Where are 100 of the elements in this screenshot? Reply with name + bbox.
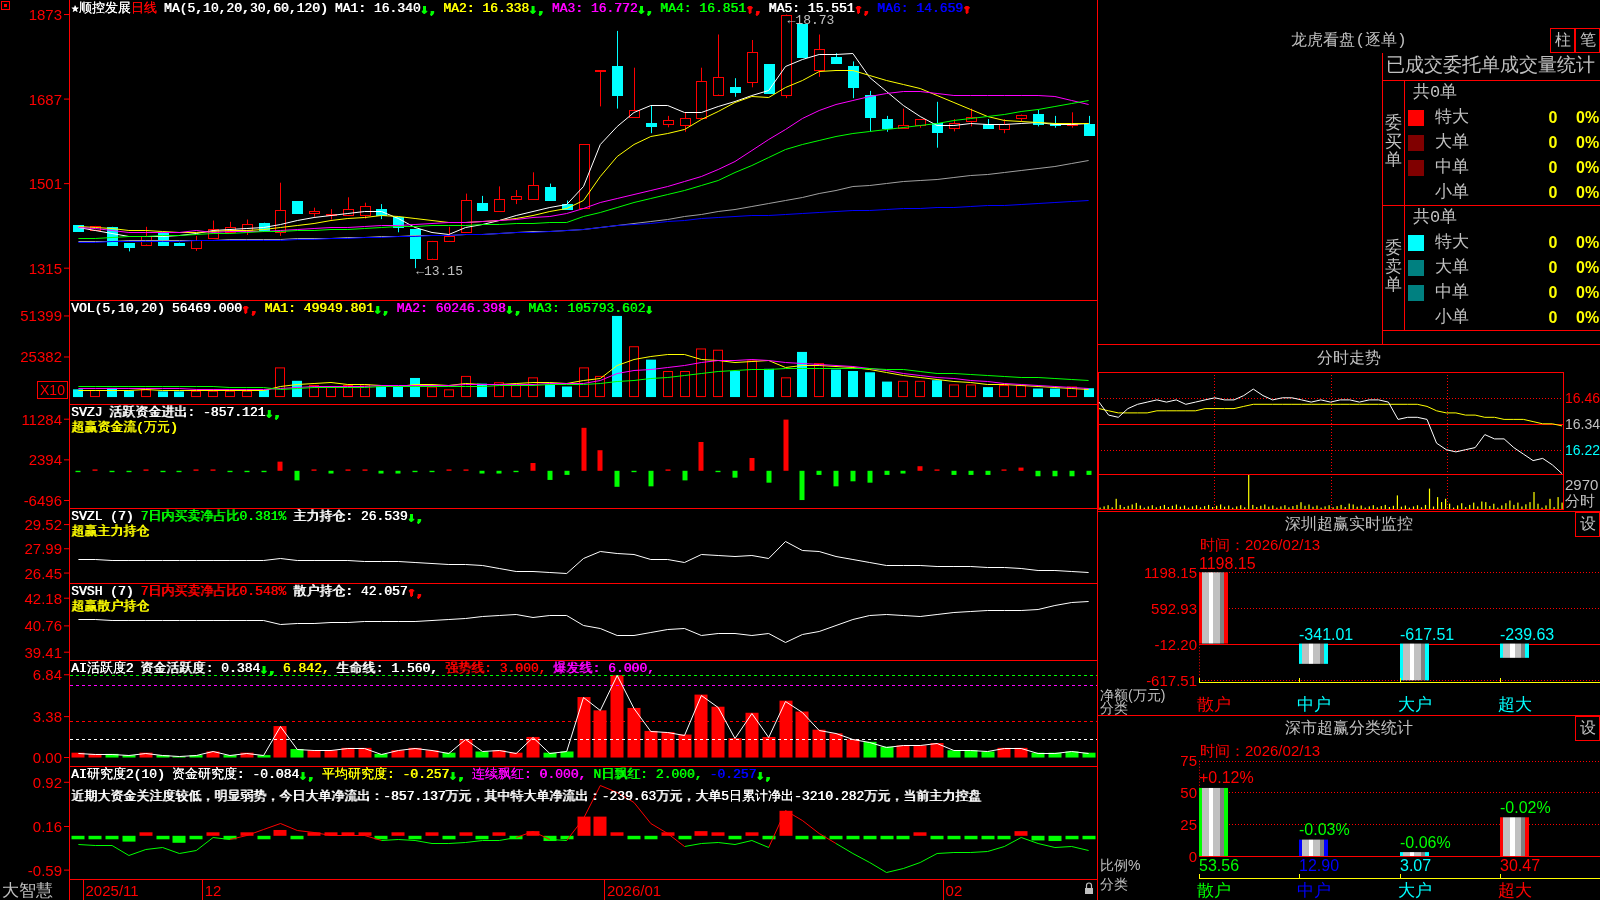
date-label: 12: [204, 882, 222, 899]
axis-label: 3.38: [32, 708, 62, 726]
candlestick: [730, 77, 741, 98]
axis-label: 26.45: [24, 564, 62, 582]
trend-arrow: ↑,: [745, 1, 762, 16]
axis-label: 592.93: [1151, 599, 1197, 617]
axis-label: 11284: [21, 410, 62, 428]
axis-label: -6496: [23, 492, 62, 508]
app-name: 大智慧: [2, 881, 53, 900]
row-label: 中单: [1435, 157, 1470, 178]
candlestick: [579, 143, 590, 209]
axis-label: 0: [1188, 847, 1197, 865]
indicator-label: 连续飘红: 0.000,: [471, 767, 587, 782]
indicator-label: 资金活跃度: 0.384: [140, 661, 260, 676]
axis-label: -617.51: [1146, 671, 1197, 689]
axis-label: 25382: [20, 348, 62, 366]
category-label: 超大: [1497, 880, 1532, 900]
candlestick: [107, 226, 118, 246]
axis-label: 1198.15: [1143, 563, 1197, 581]
candlestick: [360, 202, 371, 220]
toolbar-button[interactable]: 柱: [1550, 28, 1575, 53]
candlestick: [898, 108, 909, 129]
value-label: -341.01: [1299, 626, 1354, 644]
candlestick: [259, 222, 270, 232]
count-value: 0: [1547, 282, 1559, 303]
indicator-label: 活跃资金进出: -857.121: [109, 405, 266, 420]
candlestick: [477, 195, 488, 211]
settings-button[interactable]: 设: [1575, 512, 1600, 537]
trend-arrow: ↓,: [407, 509, 424, 524]
candlestick: [528, 171, 539, 200]
candlestick: [292, 200, 303, 214]
row-label: 大单: [1435, 257, 1470, 278]
change-label: +0.12%: [1199, 769, 1254, 787]
candlestick: [225, 221, 236, 233]
trend-arrow: ↓,: [449, 767, 465, 782]
candlestick: [713, 34, 724, 96]
candlestick: [595, 69, 606, 107]
trend-arrow: ↓,: [505, 301, 522, 316]
candlestick: [882, 115, 893, 133]
candlestick: [865, 90, 876, 133]
candlestick: [376, 203, 387, 220]
indicator-label: 7日内买卖净占比0.548%: [140, 584, 287, 599]
change-label: -0.03%: [1299, 821, 1350, 839]
row-label: 小单: [1435, 307, 1470, 328]
axis-label: 16.34: [1565, 415, 1600, 432]
axis-label: 1687: [28, 90, 62, 108]
indicator-caption: 超赢主力持仓: [71, 524, 149, 539]
value-label: 1198.15: [1199, 554, 1256, 572]
candlestick: [1050, 115, 1061, 129]
candlestick: [848, 60, 859, 99]
indicator-label: MA3: 16.772: [551, 1, 638, 16]
indicator-name: VOL(5,10,20): [71, 301, 165, 316]
indicator-name: AI研究度2(10): [71, 767, 165, 782]
candlestick: [562, 200, 573, 210]
indicator-name: SVZL (7): [71, 509, 134, 524]
candlestick: [208, 220, 219, 239]
toolbar-button[interactable]: 笔: [1575, 28, 1600, 53]
candlestick: [326, 208, 337, 220]
lock-icon: [1085, 882, 1093, 894]
axis-label: 16.46: [1565, 389, 1600, 406]
trend-arrow: ↓,: [260, 661, 276, 676]
indicator-label: 强势线: 3.000,: [444, 661, 547, 676]
indicator-label: MA1: 16.340: [334, 1, 421, 16]
indicator-label: 6.842,: [282, 661, 330, 676]
category-label: 大户: [1397, 694, 1432, 714]
axis-label: 0.00: [32, 749, 62, 766]
candlestick: [427, 240, 438, 260]
candlestick: [797, 23, 808, 58]
count-value: 0: [1547, 307, 1559, 328]
indicator-caption: 超赢资金流(万元): [71, 420, 178, 435]
indicator-label: MA6: 14.659: [877, 1, 963, 16]
candlestick: [1084, 115, 1095, 136]
row-label: 特大: [1435, 232, 1470, 253]
settings-button[interactable]: 设: [1575, 716, 1600, 741]
axis-label: 40.76: [24, 617, 62, 635]
candlestick: [983, 118, 994, 129]
indicator-label: 56469.000: [171, 301, 242, 316]
candlestick: [309, 207, 320, 218]
panel-title: 深市超赢分类统计: [1285, 718, 1413, 739]
date-label: 02: [945, 882, 963, 899]
category-label: 散户: [1196, 880, 1231, 900]
candlestick: [141, 226, 152, 246]
candlestick: [764, 63, 775, 94]
indicator-label: 7日内买卖净占比0.381%: [140, 509, 287, 524]
chart-subtitle: 时间：2026/02/13: [1200, 741, 1321, 759]
value-label: -239.63: [1500, 626, 1555, 644]
axis-label: 2394: [28, 451, 62, 469]
candlestick: [696, 67, 707, 119]
axis-label: 27.99: [24, 540, 62, 558]
trend-arrow: ↓,: [265, 405, 281, 420]
candlestick: [124, 242, 135, 252]
axis-label: -0.59: [27, 861, 62, 879]
axis-label: 0.92: [32, 773, 62, 791]
count-value: 0: [1547, 182, 1559, 203]
trend-arrow: ↑,: [407, 584, 424, 599]
date-label: 2026/01: [606, 882, 662, 899]
candlestick: [999, 118, 1010, 134]
category-label: 中户: [1296, 694, 1331, 714]
date-label: 2025/11: [85, 882, 139, 899]
candlestick: [966, 108, 977, 127]
